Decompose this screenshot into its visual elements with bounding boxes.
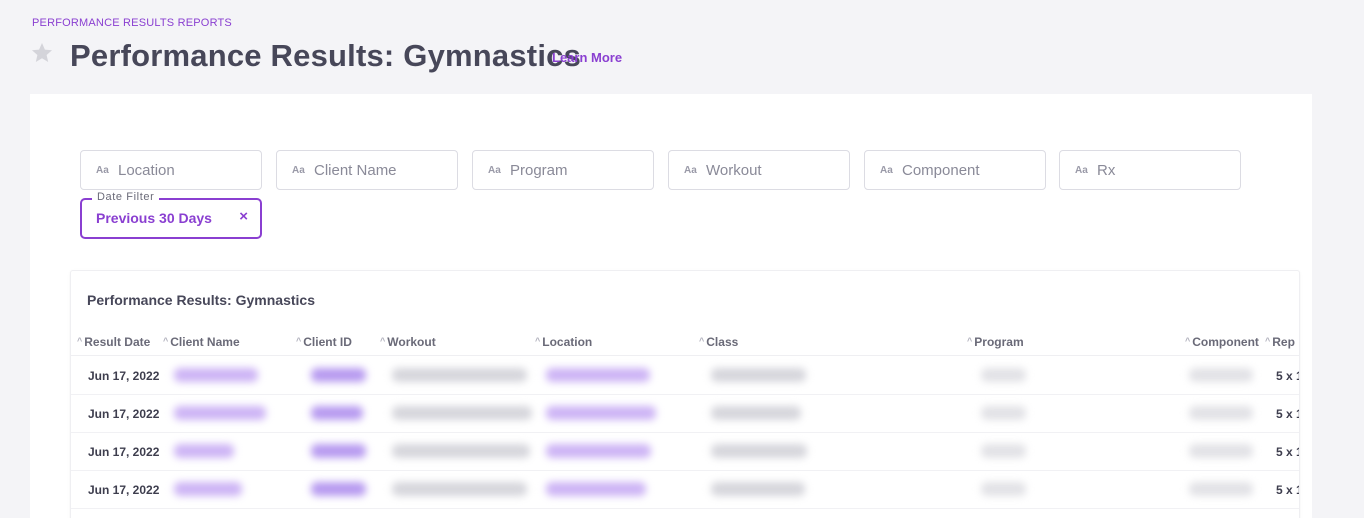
column-header-component[interactable]: ^ Component [1185,335,1259,349]
redacted-class [711,406,801,420]
sort-icon: ^ [1185,336,1191,346]
text-filter-icon: Aa [1075,165,1088,176]
location-filter[interactable]: Aa Location [80,150,262,190]
redacted-program [981,482,1026,496]
learn-more-link[interactable]: Learn More [552,50,622,65]
component-filter[interactable]: Aa Component [864,150,1046,190]
redacted-client-name [174,444,234,458]
table-title: Performance Results: Gymnastics [87,292,315,308]
redacted-class [711,368,806,382]
redacted-location [546,444,651,458]
redacted-location [546,368,650,382]
redacted-program [981,368,1026,382]
report-panel: Aa Location Aa Client Name Aa Program Aa… [30,94,1312,518]
result-date-cell: Jun 17, 2022 [88,483,160,497]
sort-icon: ^ [967,336,973,346]
redacted-location [546,482,646,496]
table-row[interactable]: Jun 17, 2022 5 x 1 [71,357,1299,395]
redacted-client-name [174,406,266,420]
redacted-client-id [311,368,366,382]
sort-icon: ^ [163,336,169,346]
redacted-class [711,482,805,496]
header-divider [71,355,1299,356]
column-header-program[interactable]: ^ Program [967,335,1024,349]
redacted-component [1189,444,1253,458]
redacted-client-id [311,406,363,420]
rx-filter-placeholder: Rx [1097,162,1116,179]
redacted-component [1189,482,1253,496]
redacted-client-name [174,482,242,496]
column-header-location[interactable]: ^ Location [535,335,592,349]
program-filter-placeholder: Program [510,162,568,179]
page-title: Performance Results: Gymnastics [70,38,582,73]
breadcrumb[interactable]: PERFORMANCE RESULTS REPORTS [32,17,232,29]
sort-icon: ^ [699,336,705,346]
redacted-location [546,406,656,420]
sort-icon: ^ [380,336,386,346]
date-filter-value: Previous 30 Days [96,210,212,226]
sort-icon: ^ [296,336,302,346]
sort-icon: ^ [77,336,83,346]
rep-cell: 5 x 1 [1276,407,1299,421]
redacted-class [711,444,807,458]
redacted-client-id [311,482,366,496]
date-filter-label: Date Filter [92,191,160,203]
column-header-workout[interactable]: ^ Workout [380,335,436,349]
location-filter-placeholder: Location [118,162,175,179]
favorite-star-icon[interactable] [30,41,54,65]
rep-cell: 5 x 1 [1276,483,1299,497]
redacted-workout [392,482,527,496]
redacted-component [1189,406,1253,420]
redacted-workout [392,444,530,458]
column-header-client-id[interactable]: ^ Client ID [296,335,352,349]
column-header-class[interactable]: ^ Class [699,335,738,349]
table-row[interactable]: Jun 17, 2022 5 x 1 [71,471,1299,509]
column-header-client-name[interactable]: ^ Client Name [163,335,240,349]
text-filter-icon: Aa [880,165,893,176]
table-row[interactable]: Jun 17, 2022 5 x 1 [71,395,1299,433]
clear-date-filter-icon[interactable]: × [239,208,248,225]
rx-filter[interactable]: Aa Rx [1059,150,1241,190]
redacted-client-name [174,368,258,382]
redacted-workout [392,406,532,420]
text-filter-icon: Aa [96,165,109,176]
workout-filter[interactable]: Aa Workout [668,150,850,190]
rep-cell: 5 x 1 [1276,445,1299,459]
result-date-cell: Jun 17, 2022 [88,445,160,459]
workout-filter-placeholder: Workout [706,162,762,179]
redacted-client-id [311,444,366,458]
redacted-program [981,406,1026,420]
column-header-result-date[interactable]: ^ Result Date [77,335,150,349]
results-table-card: Performance Results: Gymnastics ^ Result … [70,270,1300,518]
component-filter-placeholder: Component [902,162,980,179]
date-filter[interactable]: Date Filter Previous 30 Days × [80,191,262,239]
result-date-cell: Jun 17, 2022 [88,407,160,421]
sort-icon: ^ [535,336,541,346]
sort-icon: ^ [1265,336,1271,346]
result-date-cell: Jun 17, 2022 [88,369,160,383]
text-filter-icon: Aa [292,165,305,176]
redacted-program [981,444,1026,458]
column-header-rep[interactable]: ^ Rep [1265,335,1295,349]
text-filter-icon: Aa [684,165,697,176]
client-name-filter[interactable]: Aa Client Name [276,150,458,190]
text-filter-icon: Aa [488,165,501,176]
program-filter[interactable]: Aa Program [472,150,654,190]
redacted-workout [392,368,527,382]
client-name-filter-placeholder: Client Name [314,162,397,179]
table-row[interactable]: Jun 17, 2022 5 x 1 [71,433,1299,471]
redacted-component [1189,368,1253,382]
rep-cell: 5 x 1 [1276,369,1299,383]
